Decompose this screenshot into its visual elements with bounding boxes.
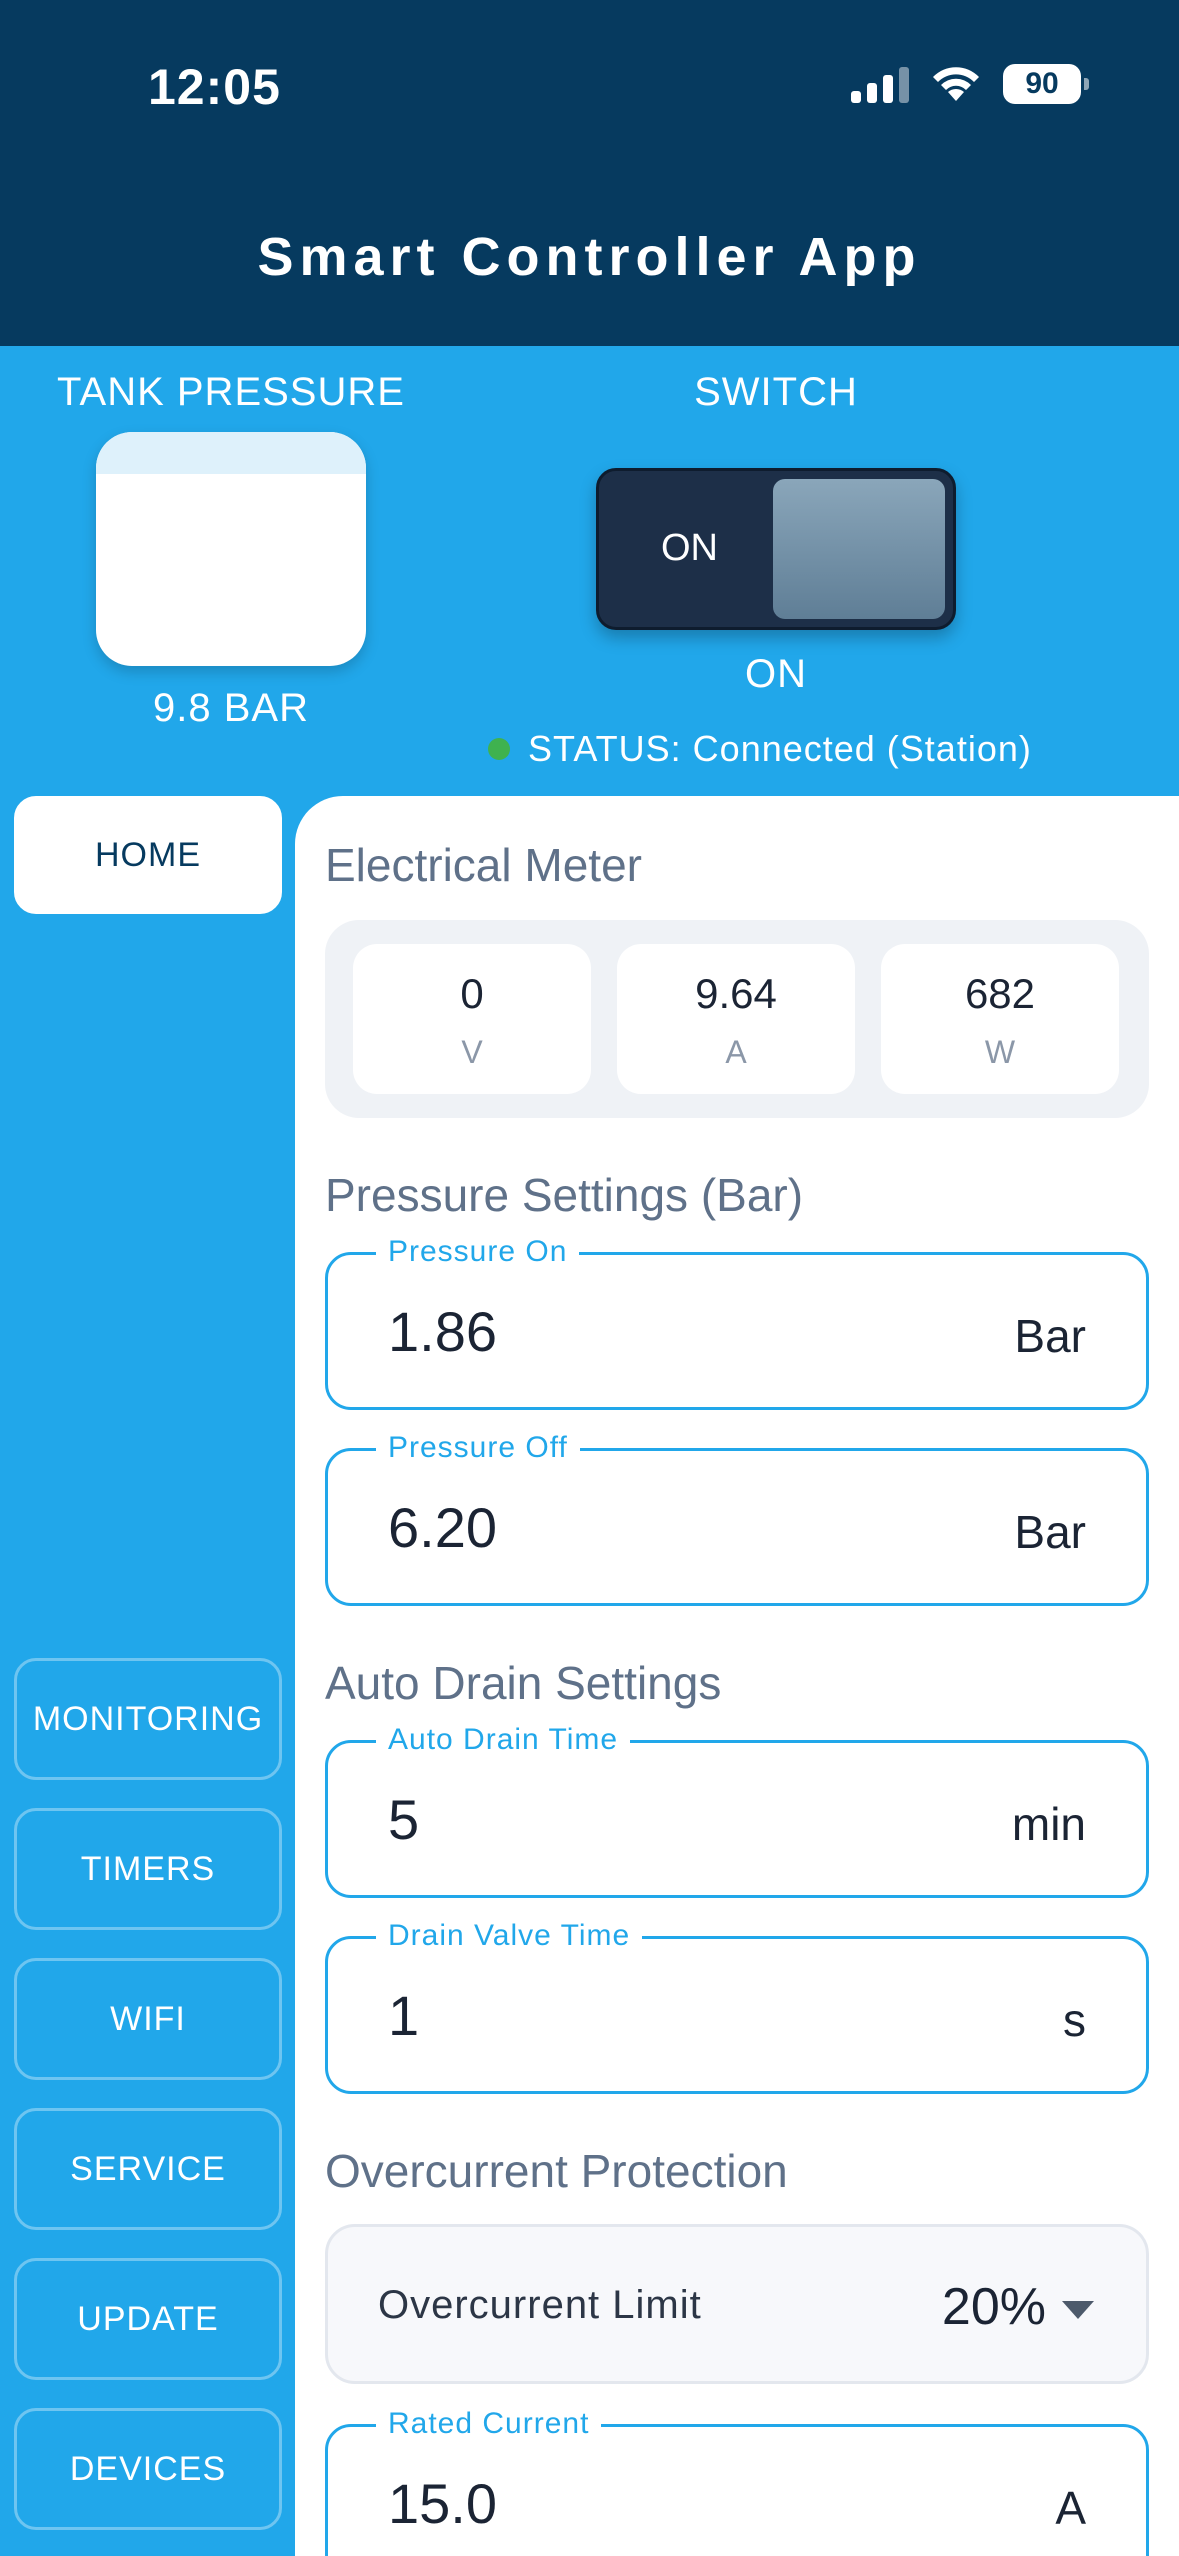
power-reading: 682 W — [881, 944, 1119, 1094]
pressure-off-value[interactable]: 6.20 — [388, 1495, 497, 1560]
pressure-off-unit: Bar — [1014, 1506, 1086, 1558]
auto-drain-title: Auto Drain Settings — [325, 1657, 722, 1709]
pressure-on-label: Pressure On — [376, 1235, 580, 1269]
tank-pressure-label: TANK PRESSURE — [57, 370, 405, 414]
nav-home[interactable]: HOME — [14, 796, 282, 914]
current-value: 9.64 — [695, 970, 777, 1017]
switch-state: ON — [745, 652, 807, 696]
nav-monitoring[interactable]: MONITORING — [14, 1658, 282, 1780]
rated-current-field[interactable]: Rated Current 15.0 A — [325, 2407, 1149, 2556]
nav-devices[interactable]: DEVICES — [14, 2408, 282, 2530]
rated-current-label: Rated Current — [376, 2407, 602, 2441]
rated-current-value[interactable]: 15.0 — [388, 2471, 497, 2536]
status-bar-icons: 90 — [851, 64, 1089, 104]
status-bar-time: 12:05 — [148, 59, 281, 115]
overcurrent-limit-value: 20% — [941, 2278, 1046, 2336]
battery-icon: 90 — [1003, 64, 1089, 104]
electrical-meter-title: Electrical Meter — [325, 839, 642, 891]
connection-status: STATUS: Connected (Station) — [488, 728, 1032, 770]
voltage-reading: 0 V — [353, 944, 591, 1094]
drain-valve-time-unit: s — [1063, 1994, 1086, 2046]
main-content-panel: Electrical Meter 0 V 9.64 A 682 W Pressu… — [295, 796, 1179, 2556]
overcurrent-limit-select[interactable]: Overcurrent Limit 20% — [325, 2224, 1149, 2384]
pressure-off-field[interactable]: Pressure Off 6.20 Bar — [325, 1431, 1149, 1606]
power-unit: W — [984, 1034, 1016, 1070]
auto-drain-time-unit: min — [1011, 1798, 1086, 1850]
nav-timers[interactable]: TIMERS — [14, 1808, 282, 1930]
pressure-off-label: Pressure Off — [376, 1431, 580, 1465]
overcurrent-title: Overcurrent Protection — [325, 2145, 788, 2197]
toggle-knob[interactable] — [773, 479, 945, 619]
rated-current-unit: A — [1055, 2482, 1086, 2534]
cellular-signal-icon — [851, 65, 909, 103]
electrical-meter-panel: 0 V 9.64 A 682 W — [325, 920, 1149, 1118]
status-dot-icon — [488, 738, 510, 760]
auto-drain-time-label: Auto Drain Time — [376, 1723, 631, 1757]
caret-down-icon[interactable] — [1062, 2301, 1094, 2319]
nav-service[interactable]: SERVICE — [14, 2108, 282, 2230]
nav-wifi[interactable]: WIFI — [14, 1958, 282, 2080]
voltage-unit: V — [461, 1034, 483, 1070]
wifi-icon — [933, 67, 979, 101]
tank-pressure-gauge — [96, 432, 366, 666]
current-reading: 9.64 A — [617, 944, 855, 1094]
pressure-on-value[interactable]: 1.86 — [388, 1299, 497, 1364]
auto-drain-time-value[interactable]: 5 — [388, 1787, 419, 1852]
battery-level: 90 — [1025, 67, 1059, 100]
pressure-on-field[interactable]: Pressure On 1.86 Bar — [325, 1235, 1149, 1410]
power-value: 682 — [964, 970, 1036, 1017]
app-title: Smart Controller App — [257, 227, 922, 287]
auto-drain-time-field[interactable]: Auto Drain Time 5 min — [325, 1723, 1149, 1898]
nav-update[interactable]: UPDATE — [14, 2258, 282, 2380]
power-toggle-switch[interactable]: ON — [596, 468, 956, 630]
tank-pressure-value: 9.8 BAR — [153, 686, 309, 730]
switch-label: SWITCH — [694, 370, 858, 414]
voltage-value: 0 — [460, 970, 484, 1017]
pressure-settings-title: Pressure Settings (Bar) — [325, 1169, 804, 1221]
drain-valve-time-value[interactable]: 1 — [388, 1983, 419, 2048]
toggle-on-text: ON — [661, 527, 718, 569]
drain-valve-time-label: Drain Valve Time — [376, 1919, 643, 1953]
pressure-on-unit: Bar — [1014, 1310, 1086, 1362]
app-header: 12:05 90 Smart Controller App — [0, 0, 1179, 346]
connection-status-text: STATUS: Connected (Station) — [528, 728, 1032, 769]
overcurrent-limit-label: Overcurrent Limit — [378, 2283, 702, 2327]
drain-valve-time-field[interactable]: Drain Valve Time 1 s — [325, 1919, 1149, 2094]
current-unit: A — [725, 1034, 747, 1070]
tank-level-fill — [96, 432, 366, 474]
